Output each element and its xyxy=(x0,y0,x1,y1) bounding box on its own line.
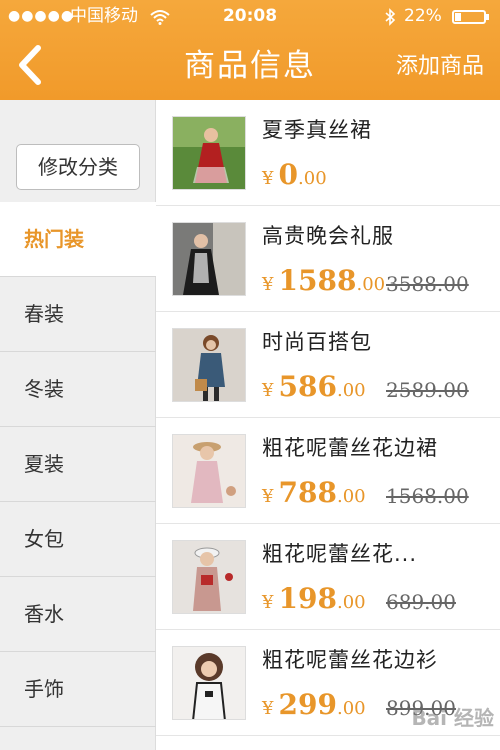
product-name: 夏季真丝裙 xyxy=(262,118,372,142)
product-price: ¥ 1588.00 xyxy=(262,264,386,297)
product-item[interactable]: 夏季真丝裙 ¥ 0.00 xyxy=(156,100,500,206)
product-original-price: 3588.00 xyxy=(386,272,469,296)
product-item[interactable]: 高贵晚会礼服 ¥ 1588.00 3588.00 xyxy=(156,206,500,312)
category-item-summer[interactable]: 夏装 xyxy=(0,427,156,502)
category-item-spring[interactable]: 春装 xyxy=(0,277,156,352)
product-item[interactable]: 粗花呢蕾丝花边裙 ¥ 788.00 1568.00 xyxy=(156,418,500,524)
product-list: 夏季真丝裙 ¥ 0.00 高贵晚会礼服 ¥ 1588.00 3588.00 时尚… xyxy=(156,100,500,750)
category-item-perfume[interactable]: 香水 xyxy=(0,577,156,652)
category-list: 热门装 春装 冬装 夏装 女包 香水 手饰 xyxy=(0,202,156,727)
product-original-price: 1568.00 xyxy=(386,484,469,508)
edit-category-button[interactable]: 修改分类 xyxy=(16,144,140,190)
product-original-price: 2589.00 xyxy=(386,378,469,402)
category-item-jewelry[interactable]: 手饰 xyxy=(0,652,156,727)
add-product-button[interactable]: 添加商品 xyxy=(396,50,484,84)
watermark: Bai 经验 xyxy=(411,706,494,730)
product-name: 粗花呢蕾丝花边衫 xyxy=(262,648,438,672)
product-name: 时尚百搭包 xyxy=(262,330,372,354)
product-thumbnail xyxy=(172,116,246,190)
product-price: ¥ 788.00 xyxy=(262,476,366,509)
product-price: ¥ 299.00 xyxy=(262,688,366,721)
category-item-hot[interactable]: 热门装 xyxy=(0,202,156,277)
product-price: ¥ 198.00 xyxy=(262,582,366,615)
product-name: 粗花呢蕾丝花边裙 xyxy=(262,436,438,460)
product-item[interactable]: 粗花呢蕾丝花... ¥ 198.00 689.00 xyxy=(156,524,500,630)
battery-percent: 22% xyxy=(404,6,442,26)
product-thumbnail xyxy=(172,328,246,402)
battery-icon xyxy=(452,10,489,24)
category-sidebar: 修改分类 热门装 春装 冬装 夏装 女包 香水 手饰 xyxy=(0,100,156,750)
battery-level-fill xyxy=(455,13,461,21)
product-price: ¥ 586.00 xyxy=(262,370,366,403)
category-item-winter[interactable]: 冬装 xyxy=(0,352,156,427)
product-thumbnail xyxy=(172,646,246,720)
status-bar: ●●●●● 中国移动 20:08 22% xyxy=(0,0,500,32)
product-price: ¥ 0.00 xyxy=(262,158,327,191)
bluetooth-icon xyxy=(384,0,396,32)
product-name: 高贵晚会礼服 xyxy=(262,224,394,248)
product-thumbnail xyxy=(172,222,246,296)
product-name: 粗花呢蕾丝花... xyxy=(262,542,418,566)
product-item[interactable]: 时尚百搭包 ¥ 586.00 2589.00 xyxy=(156,312,500,418)
product-item[interactable]: 粗花呢蕾丝花边衫 ¥ 299.00 899.00 Bai 经验 xyxy=(156,630,500,736)
category-item-handbags[interactable]: 女包 xyxy=(0,502,156,577)
product-thumbnail xyxy=(172,434,246,508)
product-thumbnail xyxy=(172,540,246,614)
product-original-price: 689.00 xyxy=(386,590,456,614)
app-header: ●●●●● 中国移动 20:08 22% 商品信息 添加商品 xyxy=(0,0,500,100)
